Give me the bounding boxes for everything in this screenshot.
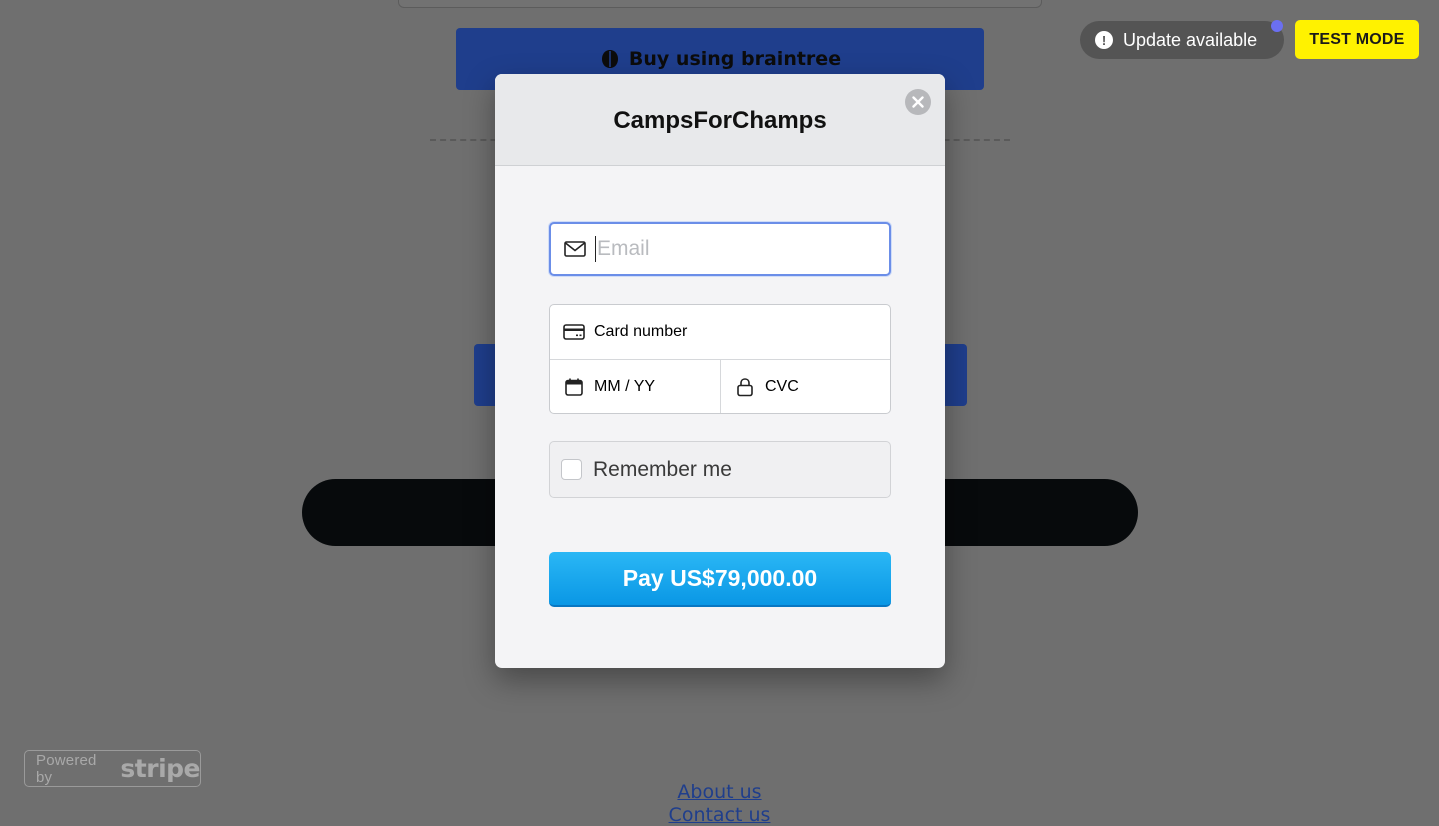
braintree-logo-icon [599, 48, 621, 70]
calendar-icon [563, 376, 585, 398]
footer-about: About us [0, 781, 1439, 803]
alert-icon: ! [1095, 31, 1113, 49]
contact-us-link[interactable]: Contact us [669, 804, 771, 826]
pay-button[interactable]: Pay US$79,000.00 [549, 552, 891, 607]
merchant-title: CampsForChamps [613, 106, 827, 134]
notification-dot [1271, 20, 1283, 32]
text-caret [595, 236, 596, 262]
update-available-label: Update available [1123, 29, 1258, 50]
expiry-field[interactable]: MM / YY [550, 360, 721, 413]
close-icon [912, 96, 924, 108]
close-button[interactable] [905, 89, 931, 115]
test-mode-badge: TEST MODE [1295, 20, 1419, 59]
expiry-placeholder: MM / YY [594, 377, 656, 395]
checkout-modal: CampsForChamps Email Card number MM / YY… [495, 74, 945, 668]
update-available-button[interactable]: ! Update available [1080, 21, 1284, 59]
remember-me-row[interactable]: Remember me [549, 441, 891, 498]
about-us-link[interactable]: About us [677, 781, 761, 803]
background-input-field [398, 0, 1042, 8]
card-number-placeholder: Card number [594, 323, 688, 340]
credit-card-icon [563, 321, 585, 343]
stripe-logo: stripe [120, 754, 200, 783]
lock-icon [734, 376, 756, 398]
email-placeholder: Email [597, 237, 650, 260]
powered-by-text: Powered by [36, 751, 97, 786]
cvc-field[interactable]: CVC [721, 360, 890, 413]
envelope-icon [564, 238, 586, 260]
card-number-field[interactable]: Card number [550, 305, 890, 360]
remember-me-checkbox[interactable] [561, 459, 582, 480]
remember-me-label: Remember me [593, 457, 732, 481]
card-details-group: Card number MM / YY CVC [549, 304, 891, 414]
email-field[interactable]: Email [549, 222, 891, 276]
cvc-placeholder: CVC [765, 377, 799, 395]
modal-header: CampsForChamps [495, 74, 945, 166]
buy-braintree-label: Buy using braintree [628, 48, 842, 70]
powered-by-stripe-badge[interactable]: Powered by stripe [24, 750, 201, 787]
footer-contact: Contact us [0, 804, 1439, 826]
